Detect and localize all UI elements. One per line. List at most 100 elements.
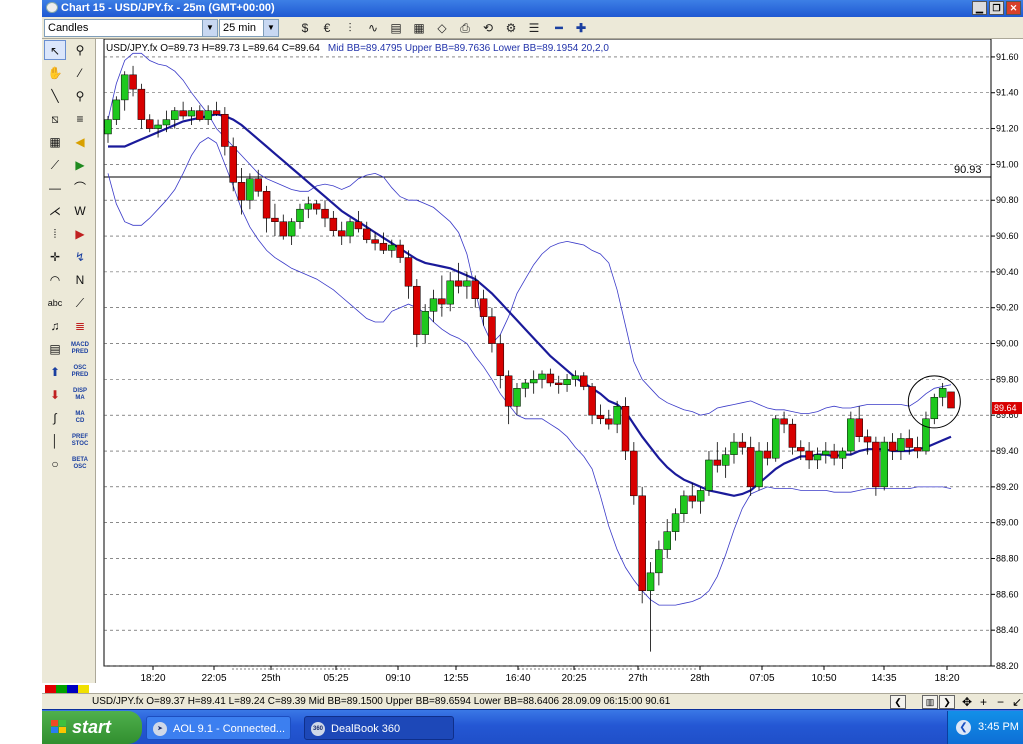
channel-icon[interactable]: ⧅ bbox=[44, 109, 66, 129]
zoom-area-icon[interactable]: ⚲ bbox=[69, 86, 91, 106]
candle-body bbox=[262, 191, 271, 219]
window-titlebar[interactable]: Chart 15 - USD/JPY.fx - 25m (GMT+00:00) … bbox=[42, 0, 1023, 17]
resize-icon[interactable]: ↙ bbox=[1012, 694, 1022, 710]
refresh-icon[interactable]: ⟲ bbox=[479, 20, 497, 36]
eraser-icon[interactable]: ◇ bbox=[433, 20, 451, 36]
line-icon[interactable]: ╲ bbox=[44, 86, 66, 106]
circle-icon[interactable]: ○ bbox=[44, 454, 66, 474]
candle-body bbox=[838, 450, 847, 459]
currency-euro-icon[interactable]: € bbox=[318, 20, 336, 36]
data-window-icon[interactable]: ☰ bbox=[525, 20, 543, 36]
scrollbar-thumb[interactable]: ▥ bbox=[922, 695, 938, 709]
chart-settings-icon[interactable]: ⚙ bbox=[502, 20, 520, 36]
curve-icon[interactable]: ∫ bbox=[44, 408, 66, 428]
chevron-down-icon[interactable]: ▼ bbox=[263, 20, 278, 36]
candle-body bbox=[304, 203, 313, 210]
candle-body bbox=[379, 242, 388, 251]
candle-body bbox=[847, 418, 855, 452]
hand-icon[interactable]: ✋ bbox=[44, 63, 66, 83]
disp-ma-indicator-icon[interactable]: DISP MA bbox=[69, 385, 91, 405]
taskbar-item-dealbook[interactable]: 360 DealBook 360 bbox=[304, 716, 454, 740]
candle-body bbox=[145, 119, 154, 129]
candle-body bbox=[763, 450, 772, 459]
start-button[interactable]: start bbox=[42, 711, 142, 744]
template-icon[interactable]: ▤ bbox=[387, 20, 405, 36]
hlines-icon[interactable]: ≡ bbox=[69, 109, 91, 129]
candle-body bbox=[454, 280, 463, 287]
ma-cd-indicator-icon[interactable]: MA CD bbox=[69, 408, 91, 428]
candle-body bbox=[513, 388, 521, 407]
buy-arrow-icon[interactable]: ⬆ bbox=[44, 362, 66, 382]
taskbar-item-label: DealBook 360 bbox=[331, 723, 401, 735]
candle-body bbox=[271, 217, 279, 222]
crosshair-icon[interactable]: ✛ bbox=[44, 247, 66, 267]
currency-convert-icon[interactable]: $ bbox=[296, 20, 314, 36]
candle-body bbox=[938, 388, 947, 398]
y-tick-label: 88.60 bbox=[996, 589, 1019, 599]
wave-icon[interactable]: W bbox=[69, 201, 91, 221]
zoom-in-small-icon[interactable]: + bbox=[980, 694, 987, 710]
zigzag-icon[interactable]: ↯ bbox=[69, 247, 91, 267]
minimize-button[interactable]: ▁ bbox=[972, 1, 987, 15]
taskbar-item-aol[interactable]: ➤ AOL 9.1 - Connected... bbox=[146, 716, 291, 740]
pref-stoc-indicator-icon[interactable]: PREF STOC bbox=[69, 431, 91, 451]
close-button[interactable]: ✕ bbox=[1006, 1, 1021, 15]
zoom-in-icon[interactable]: ✚ bbox=[572, 20, 590, 36]
calculator-tool-icon[interactable]: ▤ bbox=[44, 339, 66, 359]
candle-body bbox=[488, 316, 496, 344]
y-tick-label: 91.20 bbox=[996, 124, 1019, 134]
grid-icon[interactable]: ▦ bbox=[44, 132, 66, 152]
price-chart[interactable]: 91.60 91.40 91.20 91.00 90.80 90.60 90.40 90.20… bbox=[96, 39, 1023, 683]
fan-icon[interactable]: ⟋ bbox=[44, 155, 66, 175]
levels-icon[interactable]: ≣ bbox=[69, 316, 91, 336]
candle-body bbox=[296, 208, 304, 222]
bar-chart-icon[interactable]: ⫶ bbox=[341, 20, 359, 36]
candle-body bbox=[897, 438, 905, 452]
scroll-left-button[interactable]: ❮ bbox=[890, 695, 906, 709]
scroll-right-button[interactable]: ❯ bbox=[939, 695, 955, 709]
alert-bell-icon[interactable]: ♫ bbox=[44, 316, 66, 336]
regression-icon[interactable]: ⟋ bbox=[69, 293, 91, 313]
windows-flag-icon bbox=[51, 720, 67, 735]
arrow-right-icon[interactable]: ▶ bbox=[69, 155, 91, 175]
chart-type-select[interactable]: Candles ▼ bbox=[44, 19, 218, 37]
pointer-icon[interactable]: ↖ bbox=[44, 40, 66, 60]
chevron-down-icon[interactable]: ▼ bbox=[202, 20, 217, 36]
x-tick-label: 25th bbox=[261, 673, 280, 683]
candle-body bbox=[638, 495, 646, 592]
print-icon[interactable]: ⎙ bbox=[456, 20, 474, 36]
pitchfork-icon[interactable]: N bbox=[69, 270, 91, 290]
y-tick-label: 91.40 bbox=[996, 88, 1019, 98]
horizontal-line-icon[interactable]: — bbox=[44, 178, 66, 198]
vertical-line-icon[interactable]: │ bbox=[44, 431, 66, 451]
macd-indicator-icon[interactable]: MACD PRED bbox=[69, 339, 91, 359]
tray-arrow-icon[interactable]: ❮ bbox=[956, 720, 971, 735]
candle-body bbox=[571, 375, 580, 380]
move-icon[interactable]: ✥ bbox=[962, 694, 972, 710]
gann-fan-icon[interactable]: ⋌ bbox=[44, 201, 66, 221]
drawing-tools-panel: ↖ ⚲ ✋ ⁄ ╲ ⚲ ⧅ ≡ ▦ ◀ ⟋ ▶ — ⌒ ⋌ W ⦙ ▶ ✛ ↯ … bbox=[42, 39, 96, 683]
calculator-icon[interactable]: ▦ bbox=[410, 20, 428, 36]
arrow-left-icon[interactable]: ◀ bbox=[69, 132, 91, 152]
text-tool-icon[interactable]: abc bbox=[44, 293, 66, 313]
magnifier-icon[interactable]: ⚲ bbox=[69, 40, 91, 60]
y-tick-label: 88.20 bbox=[996, 661, 1019, 671]
zoom-out-icon[interactable]: ━ bbox=[550, 20, 568, 36]
fibonacci-icon[interactable]: ⦙ bbox=[44, 224, 66, 244]
chart-area[interactable]: 91.60 91.40 91.20 91.00 90.80 90.60 90.40 90.20… bbox=[96, 39, 1023, 683]
zoom-out-small-icon[interactable]: − bbox=[997, 694, 1004, 710]
interval-select[interactable]: 25 min ▼ bbox=[219, 19, 279, 37]
beta-osc-indicator-icon[interactable]: BETA OSC bbox=[69, 454, 91, 474]
candle-body bbox=[388, 244, 396, 251]
arc-icon[interactable]: ⌒ bbox=[69, 178, 91, 198]
arc-fib-icon[interactable]: ◠ bbox=[44, 270, 66, 290]
indicator-icon[interactable]: ∿ bbox=[364, 20, 382, 36]
sell-arrow-icon[interactable]: ⬇ bbox=[44, 385, 66, 405]
trendline-icon[interactable]: ⁄ bbox=[69, 63, 91, 83]
candle-body bbox=[337, 230, 346, 237]
restore-button[interactable]: ❐ bbox=[989, 1, 1004, 15]
candle-body bbox=[287, 221, 296, 237]
x-tick-label: 28th bbox=[690, 673, 709, 683]
osc-indicator-icon[interactable]: OSC PRED bbox=[69, 362, 91, 382]
marker-icon[interactable]: ▶ bbox=[69, 224, 91, 244]
